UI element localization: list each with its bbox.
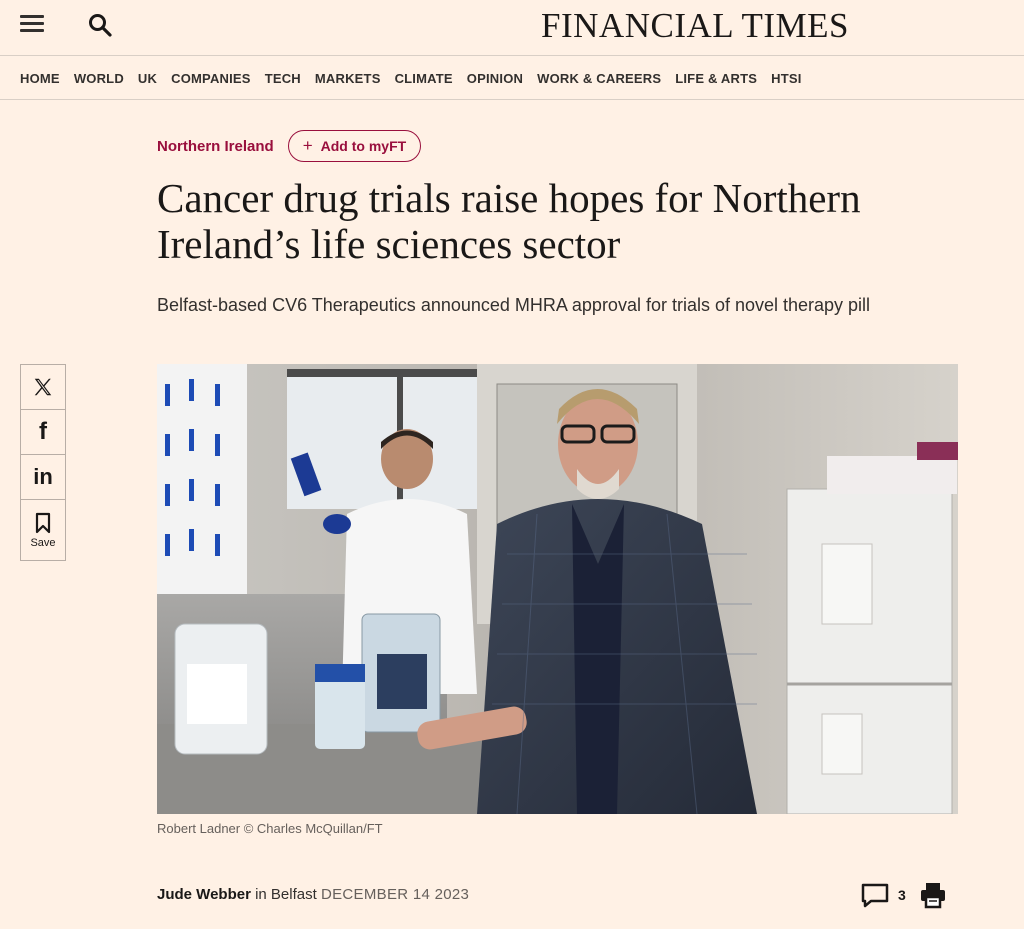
nav-item-markets[interactable]: MARKETS bbox=[315, 71, 381, 86]
save-label: Save bbox=[30, 536, 56, 549]
nav-item-opinion[interactable]: OPINION bbox=[467, 71, 523, 86]
nav-item-companies[interactable]: COMPANIES bbox=[171, 71, 251, 86]
add-to-myft-label: Add to myFT bbox=[320, 138, 407, 154]
nav-item-uk[interactable]: UK bbox=[138, 71, 157, 86]
headline-line-2: Ireland’s life sciences sector bbox=[157, 221, 621, 267]
masthead-logo[interactable]: FINANCIAL TIMES bbox=[500, 6, 890, 46]
article-main-image bbox=[157, 364, 958, 814]
linkedin-icon: in bbox=[33, 464, 53, 489]
share-x-button[interactable] bbox=[21, 365, 65, 410]
nav-item-work-careers[interactable]: WORK & CAREERS bbox=[537, 71, 661, 86]
topic-row: Northern Ireland + Add to myFT bbox=[157, 130, 422, 162]
headline-line-1: Cancer drug trials raise hopes for North… bbox=[157, 175, 861, 221]
hamburger-menu-icon[interactable] bbox=[20, 14, 44, 34]
nav-item-htsi[interactable]: HTSI bbox=[771, 71, 801, 86]
save-button[interactable]: Save bbox=[21, 500, 65, 560]
comment-icon bbox=[861, 883, 889, 908]
share-facebook-button[interactable]: f bbox=[21, 410, 65, 455]
search-icon[interactable] bbox=[87, 12, 113, 38]
bookmark-icon bbox=[35, 512, 51, 533]
x-icon bbox=[34, 378, 52, 396]
byline: Jude Webber in Belfast DECEMBER 14 2023 bbox=[157, 886, 469, 903]
print-icon[interactable] bbox=[919, 881, 947, 909]
image-caption: Robert Ladner © Charles McQuillan/FT bbox=[157, 821, 383, 836]
top-bar: FINANCIAL TIMES bbox=[0, 0, 1024, 56]
article-standfirst: Belfast-based CV6 Therapeutics announced… bbox=[157, 295, 871, 315]
article-headline: Cancer drug trials raise hopes for North… bbox=[157, 175, 957, 267]
location-text: in Belfast bbox=[250, 886, 321, 903]
author-link[interactable]: Jude Webber bbox=[157, 886, 251, 903]
topic-link[interactable]: Northern Ireland bbox=[157, 138, 274, 155]
main-navigation: HOME WORLD UK COMPANIES TECH MARKETS CLIMATE OP… bbox=[0, 56, 1024, 100]
nav-item-life-arts[interactable]: LIFE & ARTS bbox=[675, 71, 757, 86]
publish-date: DECEMBER 14 2023 bbox=[320, 886, 470, 903]
share-linkedin-button[interactable]: in bbox=[21, 455, 65, 500]
add-to-myft-button[interactable]: + Add to myFT bbox=[287, 130, 422, 162]
lab-photo bbox=[157, 364, 958, 814]
nav-item-home[interactable]: HOME bbox=[20, 71, 60, 86]
comment-count: 3 bbox=[898, 887, 906, 903]
nav-item-climate[interactable]: CLIMATE bbox=[395, 71, 453, 86]
comments-link[interactable]: 3 bbox=[860, 882, 906, 908]
plus-icon: + bbox=[302, 136, 313, 155]
share-toolbar: f in Save bbox=[20, 364, 66, 561]
nav-item-tech[interactable]: TECH bbox=[265, 71, 301, 86]
nav-item-world[interactable]: WORLD bbox=[74, 71, 124, 86]
facebook-icon: f bbox=[39, 418, 47, 445]
